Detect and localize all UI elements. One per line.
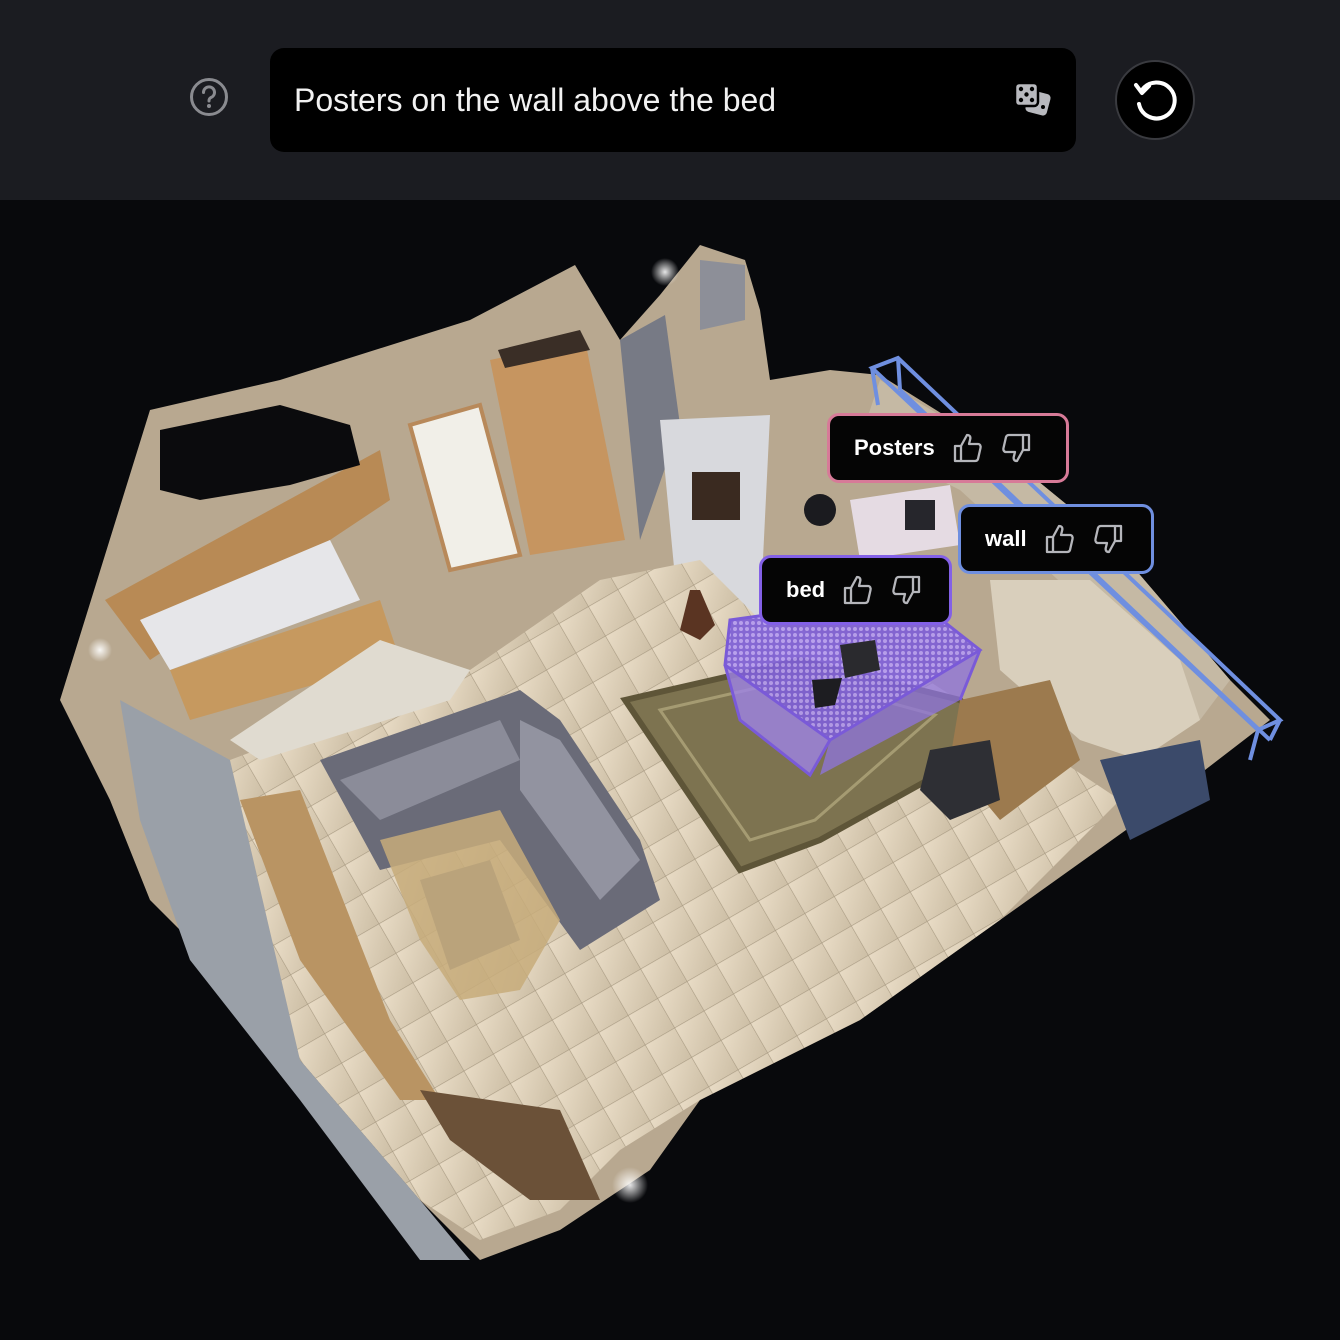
- point-cloud-scene[interactable]: [0, 200, 1340, 1340]
- light-glow: [612, 1167, 648, 1203]
- tag-label: bed: [786, 577, 826, 602]
- thumbs-down-icon[interactable]: [999, 431, 1033, 465]
- question-circle-icon: [190, 78, 228, 116]
- random-query-button[interactable]: [1010, 78, 1056, 124]
- label-tag-posters: Posters: [827, 413, 1069, 483]
- label-tag-bed: bed: [759, 555, 952, 625]
- query-box: [270, 48, 1076, 152]
- thumbs-up-icon[interactable]: [841, 573, 875, 607]
- help-button[interactable]: [189, 77, 229, 117]
- thumbs-up-icon[interactable]: [1043, 522, 1077, 556]
- 3d-viewport[interactable]: Posters wall bed: [0, 200, 1340, 1340]
- thumbs-down-icon[interactable]: [1091, 522, 1125, 556]
- reset-icon: [1134, 80, 1177, 121]
- reset-button[interactable]: [1115, 60, 1195, 140]
- light-glow: [88, 638, 112, 662]
- thumbs-down-icon[interactable]: [889, 573, 923, 607]
- top-bar: [0, 0, 1340, 200]
- dice-icon: [1013, 81, 1051, 116]
- query-input[interactable]: [294, 48, 994, 152]
- label-tag-wall: wall: [958, 504, 1154, 574]
- wall-picture: [692, 472, 740, 520]
- tag-label: Posters: [854, 435, 935, 460]
- light-glow: [651, 258, 679, 286]
- thumbs-up-icon[interactable]: [951, 431, 985, 465]
- tag-label: wall: [985, 526, 1027, 551]
